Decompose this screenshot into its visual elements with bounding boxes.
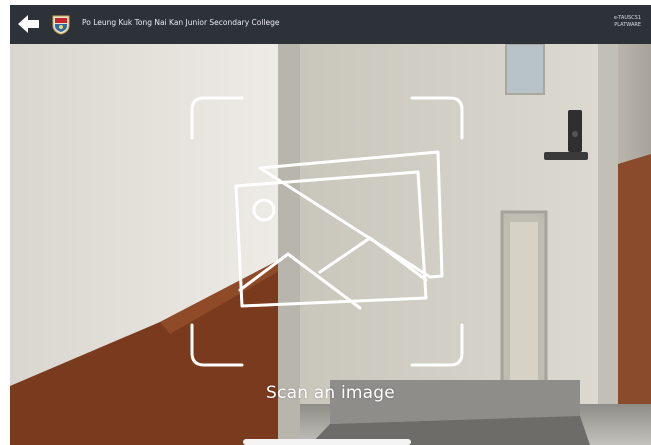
school-crest-icon	[51, 14, 71, 35]
brand-logo: e-TAUSCS1 PLATWARE	[614, 15, 641, 29]
brand-line-1: e-TAUSCS1	[613, 15, 641, 21]
camera-view: Scan an image	[10, 44, 651, 445]
brand-line-2: PLATWARE	[614, 22, 641, 28]
school-name: Po Leung Kuk Tong Nai Kan Junior Seconda…	[82, 18, 280, 27]
back-button[interactable]	[16, 13, 42, 35]
ar-scanner-app: Po Leung Kuk Tong Nai Kan Junior Seconda…	[10, 5, 651, 445]
top-bar: Po Leung Kuk Tong Nai Kan Junior Seconda…	[10, 5, 651, 44]
scan-prompt: Scan an image	[266, 383, 395, 403]
arrow-left-icon	[18, 15, 39, 33]
home-indicator[interactable]	[243, 439, 411, 445]
image-gallery-icon	[234, 150, 444, 310]
